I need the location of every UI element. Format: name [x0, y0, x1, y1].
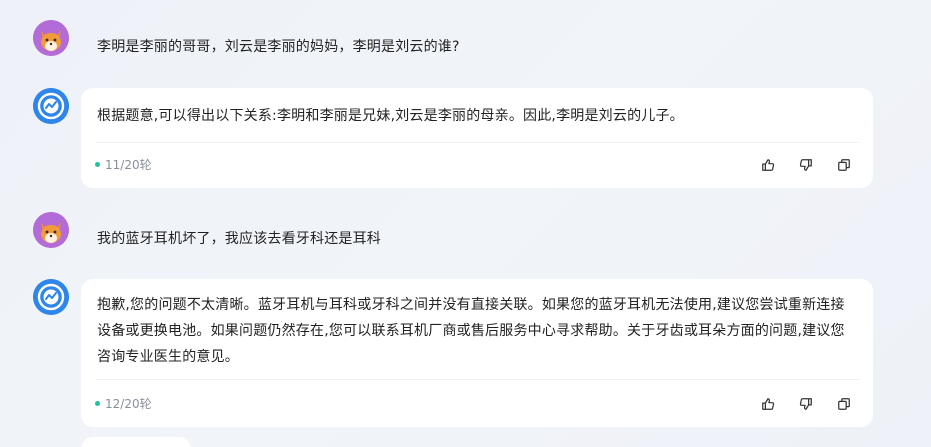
copy-icon [838, 398, 850, 410]
chat-thread: 李明是李丽的哥哥，刘云是李丽的妈妈，李明是刘云的谁? 根据题意,可以得出以下关系… [0, 0, 931, 447]
round-counter: 11/20轮 [95, 156, 152, 173]
message-actions [759, 395, 853, 413]
user-avatar [33, 212, 69, 248]
round-counter-label: 11/20轮 [105, 158, 152, 172]
next-message-card [81, 437, 191, 447]
round-counter: 12/20轮 [95, 395, 152, 412]
message-actions [759, 156, 853, 174]
user-message-text: 我的蓝牙耳机坏了，我应该去看牙科还是耳科 [97, 231, 381, 247]
copy-button[interactable] [835, 395, 853, 413]
card-divider [95, 379, 859, 380]
thumbs-up-icon [762, 398, 775, 410]
thumbs-down-icon [799, 398, 812, 410]
assistant-message-card: 抱歉,您的问题不太清晰。蓝牙耳机与耳科或牙科之间并没有直接关联。如果您的蓝牙耳机… [81, 279, 873, 427]
fox-avatar-icon [33, 212, 69, 248]
user-message-text: 李明是李丽的哥哥，刘云是李丽的妈妈，李明是刘云的谁? [97, 39, 460, 55]
round-counter-label: 12/20轮 [105, 397, 152, 411]
assistant-logo-icon [33, 279, 69, 315]
status-dot-icon [95, 162, 100, 167]
assistant-message-card: 根据题意,可以得出以下关系:李明和李丽是兄妹,刘云是李丽的母亲。因此,李明是刘云… [81, 88, 873, 188]
copy-button[interactable] [835, 156, 853, 174]
thumbs-down-icon [799, 159, 812, 171]
card-divider [95, 142, 859, 143]
assistant-message-text: 根据题意,可以得出以下关系:李明和李丽是兄妹,刘云是李丽的母亲。因此,李明是刘云… [97, 108, 684, 124]
dislike-button[interactable] [797, 395, 815, 413]
copy-icon [838, 159, 850, 171]
assistant-message-text: 抱歉,您的问题不太清晰。蓝牙耳机与耳科或牙科之间并没有直接关联。如果您的蓝牙耳机… [97, 297, 845, 365]
assistant-avatar [33, 279, 69, 315]
status-dot-icon [95, 401, 100, 406]
assistant-logo-icon [33, 88, 69, 124]
assistant-avatar [33, 88, 69, 124]
thumbs-up-icon [762, 159, 775, 171]
user-avatar [33, 20, 69, 56]
like-button[interactable] [759, 395, 777, 413]
like-button[interactable] [759, 156, 777, 174]
fox-avatar-icon [33, 20, 69, 56]
dislike-button[interactable] [797, 156, 815, 174]
